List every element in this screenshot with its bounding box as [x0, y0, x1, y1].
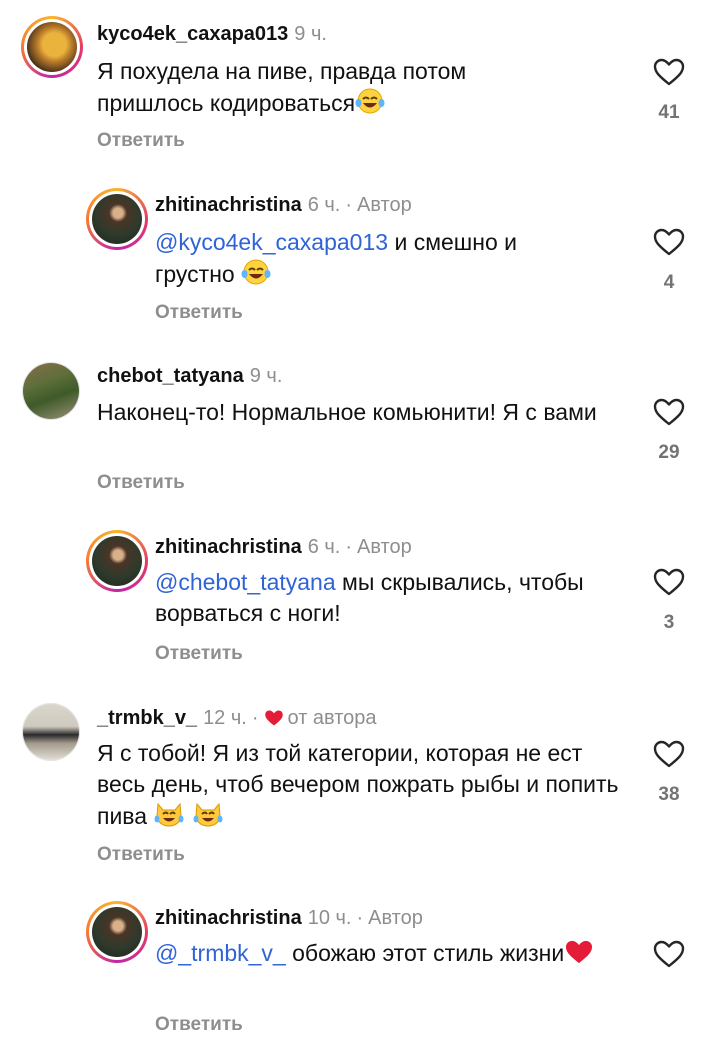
heart-outline-icon[interactable]: [652, 58, 686, 86]
laughing-tears-icon: [241, 258, 271, 294]
like-count: 29: [658, 442, 680, 463]
reply-button[interactable]: Ответить: [97, 130, 185, 152]
timestamp: 12 ч.: [203, 707, 247, 729]
separator-dot: ·: [345, 194, 353, 216]
comment-text: Я похудела на пиве, правда потом пришлос…: [97, 56, 567, 123]
comment-text: @_trmbk_v_ обожаю этот стиль жизни: [155, 938, 595, 973]
heart-outline-icon[interactable]: [652, 228, 686, 256]
separator-dot: ·: [356, 907, 364, 929]
separator-dot: ·: [251, 707, 259, 729]
like-count: 41: [658, 102, 680, 123]
crying-laughing-cat-icon: [153, 800, 185, 836]
mention-link[interactable]: @chebot_tatyana: [155, 569, 336, 595]
heart-outline-icon[interactable]: [652, 398, 686, 426]
avatar[interactable]: [86, 530, 148, 592]
heart-outline-icon[interactable]: [652, 940, 686, 968]
timestamp: 9 ч.: [294, 23, 327, 45]
timestamp: 6 ч.: [307, 194, 341, 216]
liked-by-author-label: от автора: [287, 707, 377, 729]
username[interactable]: zhitinachristina: [155, 194, 302, 216]
avatar[interactable]: [86, 901, 148, 963]
comment-text: Я с тобой! Я из той категории, которая н…: [97, 738, 627, 836]
reply-button[interactable]: Ответить: [155, 1014, 243, 1036]
mention-link[interactable]: @kyco4ek_caxapa013: [155, 229, 388, 255]
heart-outline-icon[interactable]: [652, 740, 686, 768]
comment-text: @chebot_tatyana мы скрывались, чтобы вор…: [155, 569, 584, 626]
heart-outline-icon[interactable]: [652, 568, 686, 596]
username[interactable]: zhitinachristina: [155, 536, 302, 558]
like-count: 38: [658, 784, 680, 805]
username[interactable]: _trmbk_v_: [97, 707, 197, 729]
avatar[interactable]: [22, 362, 80, 420]
avatar[interactable]: [22, 703, 80, 761]
reply-button[interactable]: Ответить: [97, 472, 185, 494]
timestamp: 6 ч.: [307, 536, 341, 558]
author-badge: Автор: [368, 907, 423, 929]
author-badge: Автор: [357, 194, 412, 216]
reply-button[interactable]: Ответить: [155, 643, 243, 665]
reply-button[interactable]: Ответить: [97, 844, 185, 866]
avatar[interactable]: [21, 16, 83, 78]
author-badge: Автор: [357, 536, 412, 558]
red-heart-icon: [264, 709, 284, 733]
reply-button[interactable]: Ответить: [155, 302, 243, 324]
crying-laughing-cat-icon: [192, 800, 224, 836]
comment-text: @kyco4ek_caxapa013 и смешно и грустно: [155, 227, 595, 294]
username[interactable]: kyco4ek_caxapa013: [97, 23, 288, 45]
separator-dot: ·: [345, 536, 353, 558]
like-count: 4: [663, 272, 675, 293]
like-count: 3: [663, 612, 675, 633]
comment-text: Наконец-то! Нормальное комьюнити! Я с ва…: [97, 399, 597, 425]
laughing-tears-icon: [355, 87, 385, 123]
timestamp: 10 ч.: [307, 907, 352, 929]
avatar[interactable]: [86, 188, 148, 250]
username[interactable]: zhitinachristina: [155, 907, 302, 929]
mention-link[interactable]: @_trmbk_v_: [155, 940, 286, 966]
red-heart-icon: [564, 939, 594, 973]
username[interactable]: chebot_tatyana: [97, 365, 244, 387]
timestamp: 9 ч.: [249, 365, 283, 387]
